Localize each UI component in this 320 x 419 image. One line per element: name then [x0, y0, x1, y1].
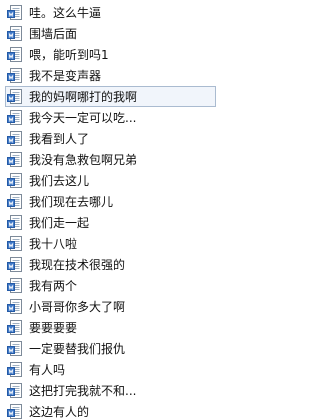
file-item[interactable]: 要要要要 [5, 317, 216, 338]
text-document-icon [7, 382, 22, 398]
file-name: 我看到人了 [29, 131, 90, 146]
text-document-icon [7, 403, 22, 419]
text-document-icon [7, 109, 22, 125]
text-document-icon [7, 256, 22, 272]
file-item[interactable]: 我现在技术很强的 [5, 254, 216, 275]
file-name: 这把打完我就不和... [29, 383, 137, 398]
file-name: 哇。这么牛逼 [29, 5, 102, 20]
file-item[interactable]: 围墙后面 [5, 23, 216, 44]
text-document-icon [7, 235, 22, 251]
file-item[interactable]: 我们去这儿 [5, 170, 216, 191]
text-document-icon [7, 46, 22, 62]
text-document-icon [7, 151, 22, 167]
text-document-icon [7, 67, 22, 83]
file-item[interactable]: 我的妈啊哪打的我啊 [5, 86, 216, 107]
file-name: 我的妈啊哪打的我啊 [29, 89, 138, 104]
file-name: 我今天一定可以吃... [29, 110, 137, 125]
file-list: 哇。这么牛逼 围墙后面 喂，能听到吗1 我不是变声器 我的妈啊哪打的我啊 我今天… [0, 0, 220, 419]
file-name: 我们去这儿 [29, 173, 90, 188]
text-document-icon [7, 214, 22, 230]
file-item[interactable]: 我们现在去哪儿 [5, 191, 216, 212]
text-document-icon [7, 193, 22, 209]
file-item[interactable]: 我没有急救包啊兄弟 [5, 149, 216, 170]
file-item[interactable]: 一定要替我们报仇 [5, 338, 216, 359]
file-item[interactable]: 有人吗 [5, 359, 216, 380]
text-document-icon [7, 88, 22, 104]
text-document-icon [7, 340, 22, 356]
text-document-icon [7, 25, 22, 41]
file-item[interactable]: 这把打完我就不和... [5, 380, 216, 401]
file-name: 小哥哥你多大了啊 [29, 299, 126, 314]
text-document-icon [7, 277, 22, 293]
file-name: 我有两个 [29, 278, 78, 293]
text-document-icon [7, 298, 22, 314]
file-item[interactable]: 我有两个 [5, 275, 216, 296]
text-document-icon [7, 319, 22, 335]
file-name: 要要要要 [29, 320, 78, 335]
file-name: 我十八啦 [29, 236, 78, 251]
file-item[interactable]: 哇。这么牛逼 [5, 2, 216, 23]
file-name: 我们现在去哪儿 [29, 194, 114, 209]
file-item[interactable]: 这边有人的 [5, 401, 216, 419]
file-item[interactable]: 我看到人了 [5, 128, 216, 149]
file-item[interactable]: 小哥哥你多大了啊 [5, 296, 216, 317]
file-name: 一定要替我们报仇 [29, 341, 126, 356]
file-name: 喂，能听到吗1 [29, 47, 109, 62]
file-item[interactable]: 我们走一起 [5, 212, 216, 233]
file-name: 这边有人的 [29, 404, 90, 419]
file-name: 有人吗 [29, 362, 66, 377]
file-name: 围墙后面 [29, 26, 78, 41]
text-document-icon [7, 172, 22, 188]
file-name: 我不是变声器 [29, 68, 102, 83]
file-item[interactable]: 我今天一定可以吃... [5, 107, 216, 128]
file-name: 我们走一起 [29, 215, 90, 230]
text-document-icon [7, 361, 22, 377]
file-item[interactable]: 喂，能听到吗1 [5, 44, 216, 65]
file-name: 我现在技术很强的 [29, 257, 126, 272]
text-document-icon [7, 4, 22, 20]
file-item[interactable]: 我十八啦 [5, 233, 216, 254]
file-item[interactable]: 我不是变声器 [5, 65, 216, 86]
text-document-icon [7, 130, 22, 146]
file-name: 我没有急救包啊兄弟 [29, 152, 138, 167]
